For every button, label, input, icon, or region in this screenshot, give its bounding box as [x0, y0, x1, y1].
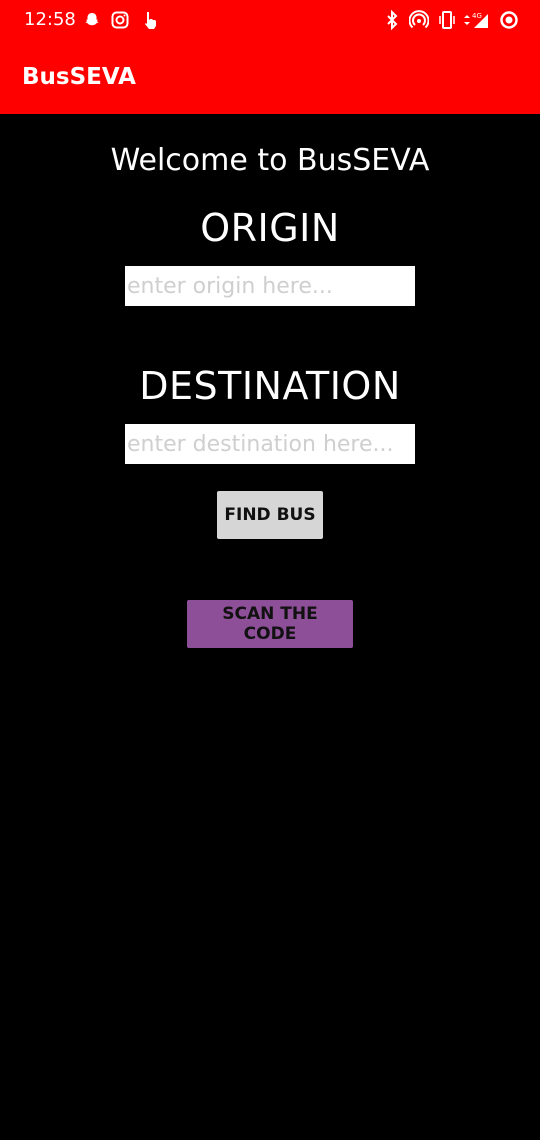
destination-input[interactable] — [125, 424, 415, 464]
app-title: BusSEVA — [22, 64, 136, 90]
signal-4g-icon: 4G — [470, 10, 490, 30]
welcome-heading: Welcome to BusSEVA — [110, 143, 430, 178]
instagram-icon — [110, 10, 130, 30]
destination-label: DESTINATION — [139, 364, 401, 408]
svg-text:4G: 4G — [472, 12, 482, 20]
touch-icon — [140, 10, 160, 30]
hotspot-icon — [408, 10, 430, 30]
bluetooth-icon — [382, 9, 402, 31]
record-icon — [499, 10, 519, 30]
status-bar: 12:58 4G — [0, 0, 540, 40]
vibrate-icon — [437, 10, 457, 30]
app-bar: BusSEVA — [0, 40, 540, 114]
status-time: 12:58 — [24, 9, 76, 30]
origin-input[interactable] — [125, 266, 415, 306]
origin-label: ORIGIN — [200, 206, 340, 250]
snapchat-icon — [82, 10, 102, 30]
find-bus-button[interactable]: FIND BUS — [217, 491, 323, 539]
scan-code-button[interactable]: SCAN THE CODE — [187, 600, 353, 648]
